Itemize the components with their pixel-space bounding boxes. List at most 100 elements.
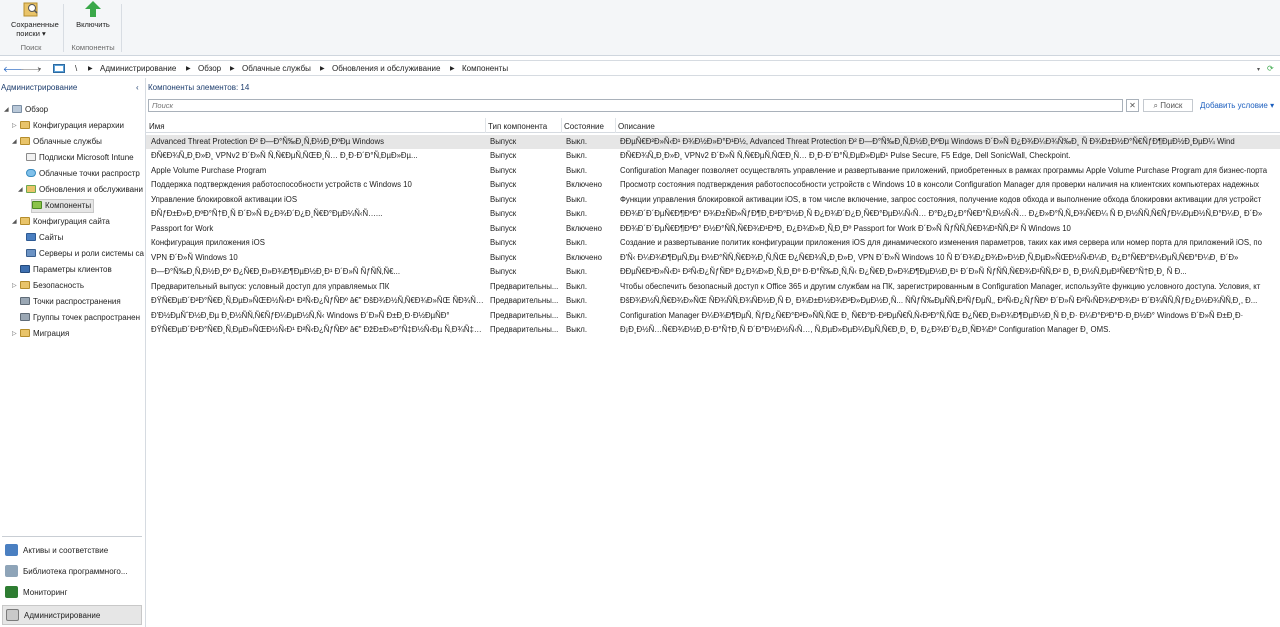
breadcrumb-overview[interactable]: Обзор [198, 64, 221, 73]
collapsed-arrow-icon[interactable]: ▷ [12, 119, 18, 133]
workspace-assets[interactable]: Активы и соответствие [0, 541, 145, 561]
folder-icon [20, 281, 30, 289]
features-icon [32, 201, 42, 209]
expanded-arrow-icon[interactable]: ◢ [12, 135, 18, 149]
cell-name: ÐÑƒÐ±Ð»Ð¸ÐºÐ°Ñ†Ð¸Ñ Ð´Ð»Ñ Ð¿Ð¾Ð´Ð¿Ð¸Ñ€Ð°Ð… [151, 209, 383, 218]
breadcrumb-updates-servicing[interactable]: Обновления и обслуживание [332, 64, 440, 73]
cell-name: Passport for Work [151, 223, 214, 233]
table-row[interactable]: ÐŸÑ€ÐµÐ´Ð²Ð°Ñ€Ð¸Ñ‚ÐµÐ»ÑŒÐ½Ñ‹Ð¹ Ð²Ñ‹Ð¿ÑƒÑ… [146, 323, 1280, 338]
table-row[interactable]: Ð'Ð½ÐµÑˆÐ½Ð¸Ðµ Ð¸Ð½ÑÑ‚Ñ€ÑƒÐ¼ÐµÐ½Ñ‚Ñ‹ Win… [146, 309, 1280, 324]
table-row[interactable]: Ð—Ð°Ñ‰Ð¸Ñ‚Ð½Ð¸Ðº Ð¿Ñ€Ð¸Ð»Ð¾Ð¶ÐµÐ½Ð¸Ð¹ Ð´… [146, 265, 1280, 280]
chevron-right-icon: ▶ [450, 66, 455, 72]
tree-node-label: Безопасность [33, 281, 85, 290]
tree-node-intune-subscriptions[interactable]: Подписки Microsoft Intune [26, 151, 134, 165]
tree-node-label: Серверы и роли системы са [39, 249, 144, 258]
tree-node-label: Сайты [39, 233, 64, 242]
tree-node-migration[interactable]: ▷ Миграция [12, 327, 70, 341]
cell-type: Выпуск [490, 136, 517, 146]
features-grid: Имя ^ Тип компонента Состояние Описание … [146, 118, 1280, 340]
cell-type: Выпуск [490, 194, 517, 204]
table-row[interactable]: Apple Volume Purchase Program Выпуск Вык… [146, 164, 1280, 179]
cell-description: Ð'Ñ‹ Ð¼Ð¾Ð¶ÐµÑ‚Ðµ Ð½Ð°ÑÑ‚Ñ€Ð¾Ð¸Ñ‚ÑŒ Ð¿Ñ€… [620, 252, 1239, 262]
tree-node-cloud-dp[interactable]: Облачные точки распростр [26, 167, 140, 181]
saved-searches-button[interactable]: Сохраненные поиски ▾ [2, 0, 60, 42]
cell-description: Configuration Manager Ð¼Ð¾Ð¶ÐµÑ‚ ÑƒÐ¿Ñ€Ð… [620, 310, 1244, 320]
ribbon-separator [63, 4, 64, 52]
cell-type: Предварительны... [490, 296, 559, 305]
table-row[interactable]: Управление блокировкой активации iOS Вып… [146, 193, 1280, 208]
table-row[interactable]: ÐÑƒÐ±Ð»Ð¸ÐºÐ°Ñ†Ð¸Ñ Ð´Ð»Ñ Ð¿Ð¾Ð´Ð¿Ð¸Ñ€Ð°Ð… [146, 207, 1280, 222]
collapsed-arrow-icon[interactable]: ▷ [12, 327, 18, 341]
folder-icon [20, 217, 30, 225]
collapse-pane-icon[interactable]: ‹ [136, 83, 139, 92]
column-separator[interactable] [485, 118, 486, 133]
cell-type: Предварительны... [490, 281, 559, 291]
table-row[interactable]: Advanced Threat Protection Ð² Ð—Ð°Ñ‰Ð¸Ñ‚… [146, 134, 1280, 149]
assets-icon [5, 544, 18, 556]
nav-tree: ◢ Обзор ▷ Конфигурация иерархии ◢ Облачн… [0, 100, 145, 540]
breadcrumb-root[interactable]: \ [75, 64, 77, 73]
subscription-icon [26, 153, 36, 161]
table-row[interactable]: ÐŸÑ€ÐµÐ´Ð²Ð°Ñ€Ð¸Ñ‚ÐµÐ»ÑŒÐ½Ñ‹Ð¹ Ð²Ñ‹Ð¿ÑƒÑ… [146, 294, 1280, 309]
search-icon: ⌕ [1153, 101, 1159, 110]
tree-node-dp-groups[interactable]: Группы точек распространен [20, 311, 140, 325]
tree-node-overview[interactable]: ◢ Обзор [4, 103, 48, 117]
console-root-icon[interactable] [53, 64, 65, 76]
tree-node-security[interactable]: ▷ Безопасность [12, 279, 85, 293]
client-settings-icon [20, 265, 30, 273]
workspace-monitoring[interactable]: Мониторинг [0, 583, 145, 603]
grid-header: Имя ^ Тип компонента Состояние Описание [146, 118, 1280, 133]
tree-node-site-config[interactable]: ◢ Конфигурация сайта [12, 215, 110, 229]
table-row[interactable]: Конфигурация приложения iOS Выпуск Выкл.… [146, 236, 1280, 251]
expanded-arrow-icon[interactable]: ◢ [12, 215, 18, 229]
workspace-label: Мониторинг [23, 588, 68, 597]
cell-name: Apple Volume Purchase Program [151, 165, 267, 175]
column-header-type[interactable]: Тип компонента [488, 122, 547, 131]
column-header-name[interactable]: Имя [149, 122, 165, 131]
chevron-right-icon: ▶ [186, 66, 191, 72]
collapsed-arrow-icon[interactable]: ▷ [12, 279, 18, 293]
search-button[interactable]: ⌕ Поиск [1143, 99, 1193, 112]
tree-node-updates-servicing[interactable]: ◢ Обновления и обслуживани [18, 183, 144, 197]
address-dropdown-icon[interactable]: ▾ [1257, 66, 1260, 73]
table-row[interactable]: VPN Ð´Ð»Ñ Windows 10 Выпуск Включено Ð'Ñ… [146, 251, 1280, 266]
tree-node-cloud-services[interactable]: ◢ Облачные службы [12, 135, 102, 149]
add-criteria-link[interactable]: Добавить условие ▾ [1200, 101, 1274, 110]
tree-node-sites[interactable]: Сайты [26, 231, 63, 245]
column-separator[interactable] [615, 118, 616, 133]
tree-node-label: Миграция [33, 329, 70, 338]
clear-search-icon[interactable]: ✕ [1126, 99, 1139, 112]
column-header-description[interactable]: Описание [618, 122, 655, 131]
enable-button[interactable]: Включить [68, 0, 118, 42]
cell-state: Выкл. [566, 296, 588, 305]
tree-node-label: Компоненты [45, 201, 92, 210]
table-row[interactable]: Passport for Work Выпуск Включено ÐÐ¾Ð´Ð… [146, 222, 1280, 237]
table-row[interactable]: Поддержка подтверждения работоспособност… [146, 178, 1280, 193]
ribbon-separator [121, 4, 122, 52]
expanded-arrow-icon[interactable]: ◢ [18, 183, 24, 197]
cell-state: Выкл. [566, 310, 588, 320]
workspace-label: Библиотека программного... [23, 567, 128, 576]
breadcrumb-cloud-services[interactable]: Облачные службы [242, 64, 311, 73]
chevron-right-icon: ▶ [320, 66, 325, 72]
search-input[interactable]: Поиск [148, 99, 1123, 112]
history-dropdown-icon[interactable]: ▾ [38, 66, 41, 73]
tree-node-distribution-points[interactable]: Точки распространения [20, 295, 121, 309]
column-header-state[interactable]: Состояние [564, 122, 604, 131]
table-row[interactable]: Предварительный выпуск: условный доступ … [146, 280, 1280, 295]
column-separator[interactable] [561, 118, 562, 133]
tree-node-label: Обновления и обслуживани [39, 185, 144, 194]
tree-node-features[interactable]: Компоненты [31, 199, 95, 213]
workspace-software-library[interactable]: Библиотека программного... [0, 562, 145, 582]
tree-node-hierarchy-config[interactable]: ▷ Конфигурация иерархии [12, 119, 124, 133]
breadcrumb-administration[interactable]: Администрирование [100, 64, 176, 73]
workspace-administration[interactable]: Администрирование [2, 605, 142, 625]
tree-node-client-settings[interactable]: Параметры клиентов [20, 263, 112, 277]
breadcrumb-features[interactable]: Компоненты [462, 64, 508, 73]
table-row[interactable]: ÐÑ€Ð¾Ñ„Ð¸Ð»Ð¸ VPNv2 Ð´Ð»Ñ Ñ‚Ñ€ÐµÑ‚ÑŒÐ¸Ñ…… [146, 149, 1280, 164]
refresh-icon[interactable]: ⟳ [1267, 64, 1274, 73]
cell-type: Выпуск [490, 151, 517, 160]
tree-node-site-system-servers[interactable]: Серверы и роли системы са [26, 247, 144, 261]
cell-state: Выкл. [566, 325, 588, 334]
expanded-arrow-icon[interactable]: ◢ [4, 103, 10, 117]
